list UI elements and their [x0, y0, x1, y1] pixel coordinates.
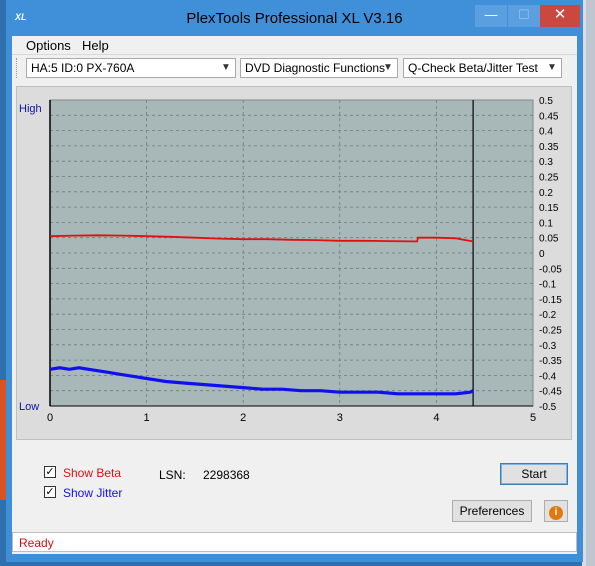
drive-select-value: HA:5 ID:0 PX-760A — [31, 61, 135, 75]
toolbar-grip[interactable] — [16, 58, 20, 78]
status-text: Ready — [19, 536, 54, 550]
y-tick-label: -0.4 — [539, 371, 557, 382]
y-tick-label: -0.2 — [539, 310, 557, 321]
menu-separator — [12, 54, 577, 55]
axis-high-label: High — [19, 103, 42, 115]
y-tick-label: -0.05 — [539, 264, 562, 275]
function-select[interactable]: DVD Diagnostic Functions ▼ — [240, 58, 398, 78]
y-tick-label: -0.45 — [539, 387, 562, 398]
y-tick-label: 0.35 — [539, 142, 559, 153]
x-tick-label: 3 — [337, 412, 343, 424]
y-tick-label: 0.45 — [539, 111, 559, 122]
x-tick-label: 0 — [47, 412, 53, 424]
y-tick-label: 0.2 — [539, 188, 553, 199]
info-button[interactable]: i — [544, 500, 568, 522]
status-bar: Ready — [12, 532, 577, 552]
menu-bar: Options Help — [12, 36, 577, 54]
chevron-down-icon: ▼ — [547, 62, 557, 73]
y-tick-label: 0.4 — [539, 127, 553, 138]
y-tick-label: 0.1 — [539, 218, 553, 229]
drive-select[interactable]: HA:5 ID:0 PX-760A ▼ — [26, 58, 236, 78]
y-tick-label: 0.15 — [539, 203, 559, 214]
info-icon: i — [549, 506, 563, 520]
show-beta-checkbox[interactable]: ✓ — [44, 466, 56, 478]
y-tick-label: -0.25 — [539, 326, 562, 337]
lsn-label: LSN: — [159, 468, 186, 482]
maximize-button[interactable]: ☐ — [508, 5, 540, 27]
menu-options[interactable]: Options — [26, 38, 71, 53]
function-select-value: DVD Diagnostic Functions — [245, 61, 386, 75]
axis-low-label: Low — [19, 401, 39, 413]
beta-jitter-chart: 0.5 0.45 0.4 0.35 0.3 0.25 0.2 0.15 0.1 0.05 0 -0.0… — [19, 96, 562, 424]
y-tick-label: -0.5 — [539, 402, 557, 413]
y-tick-label: 0.5 — [539, 96, 553, 107]
y-tick-label: 0.3 — [539, 157, 553, 168]
y-tick-label: -0.3 — [539, 341, 557, 352]
show-jitter-checkbox[interactable]: ✓ — [44, 486, 56, 498]
x-tick-label: 1 — [144, 412, 150, 424]
y-tick-label: 0.25 — [539, 173, 559, 184]
lsn-value: 2298368 — [203, 468, 250, 482]
y-tick-label: 0.05 — [539, 234, 559, 245]
y-tick-label: 0 — [539, 249, 545, 260]
desktop-edge — [582, 0, 595, 566]
test-select[interactable]: Q-Check Beta/Jitter Test ▼ — [403, 58, 562, 78]
y-tick-label: -0.35 — [539, 356, 562, 367]
app-window: XL PlexTools Professional XL V3.16 — ☐ ✕… — [6, 0, 583, 562]
preferences-button[interactable]: Preferences — [452, 500, 532, 522]
x-tick-label: 5 — [530, 412, 536, 424]
x-tick-label: 4 — [433, 412, 439, 424]
menu-help[interactable]: Help — [82, 38, 109, 53]
start-button[interactable]: Start — [500, 463, 568, 485]
controls-panel: ✓ Show Beta ✓ Show Jitter LSN: 2298368 S… — [16, 454, 572, 526]
title-bar[interactable]: XL PlexTools Professional XL V3.16 — ☐ ✕ — [6, 0, 583, 36]
test-select-value: Q-Check Beta/Jitter Test — [408, 61, 538, 75]
y-tick-label: -0.15 — [539, 295, 562, 306]
minimize-button[interactable]: — — [475, 5, 507, 27]
client-area: Options Help HA:5 ID:0 PX-760A ▼ DVD Dia… — [12, 36, 577, 554]
close-button[interactable]: ✕ — [540, 5, 580, 27]
show-jitter-label[interactable]: Show Jitter — [63, 486, 122, 500]
chevron-down-icon: ▼ — [221, 62, 231, 73]
chart-frame: 0.5 0.45 0.4 0.35 0.3 0.25 0.2 0.15 0.1 0.05 0 -0.0… — [16, 86, 572, 440]
chevron-down-icon: ▼ — [383, 62, 393, 73]
x-tick-label: 2 — [240, 412, 246, 424]
show-beta-label[interactable]: Show Beta — [63, 466, 121, 480]
y-tick-label: -0.1 — [539, 280, 557, 291]
toolbar: HA:5 ID:0 PX-760A ▼ DVD Diagnostic Funct… — [12, 56, 577, 82]
